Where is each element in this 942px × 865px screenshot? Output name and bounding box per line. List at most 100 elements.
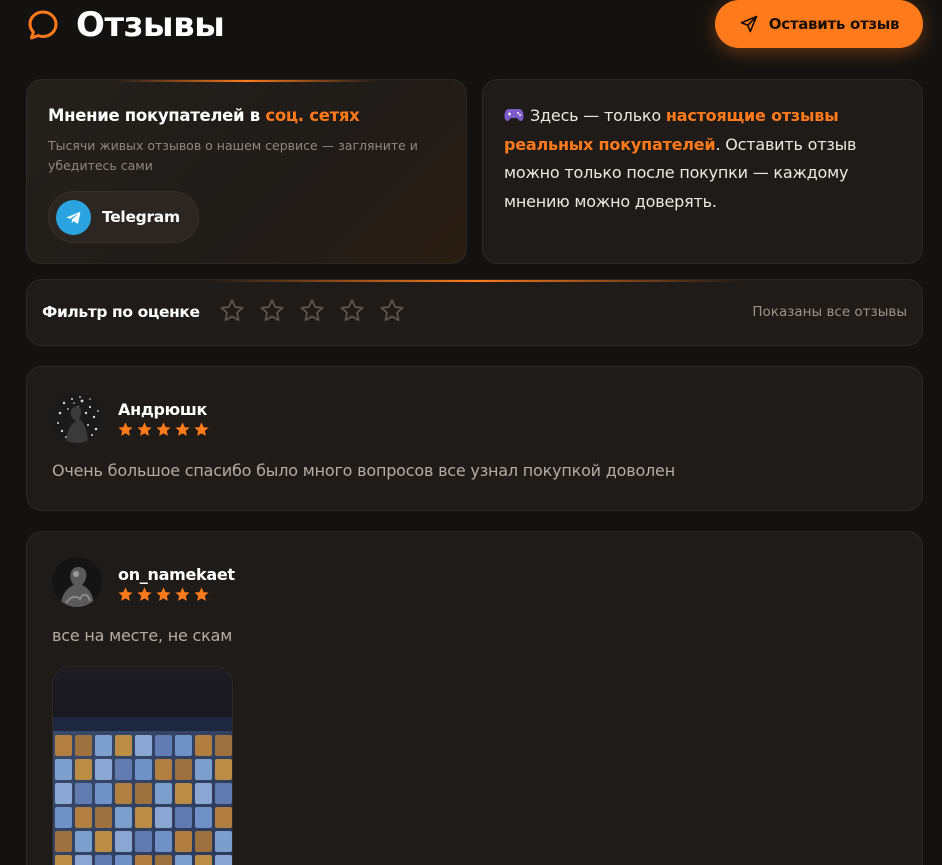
reviewer-name: Андрюшк bbox=[118, 400, 208, 419]
review-card: on_namekaet все на месте, не скам bbox=[26, 531, 923, 865]
inventory-cell bbox=[55, 735, 72, 756]
filter-star-3-icon[interactable] bbox=[298, 297, 326, 325]
filter-status: Показаны все отзывы bbox=[752, 304, 907, 320]
inventory-cell bbox=[75, 807, 92, 828]
inventory-cell bbox=[55, 807, 72, 828]
inventory-cell bbox=[135, 855, 152, 865]
inventory-cell bbox=[95, 783, 112, 804]
star-filled-icon bbox=[194, 587, 209, 601]
inventory-cell bbox=[135, 759, 152, 780]
inventory-cell bbox=[215, 831, 232, 852]
inventory-cell bbox=[215, 735, 232, 756]
send-icon bbox=[740, 15, 758, 33]
inventory-cell bbox=[135, 831, 152, 852]
social-title-prefix: Мнение покупателей в bbox=[48, 106, 266, 125]
gamepad-icon bbox=[504, 109, 524, 121]
inventory-cell bbox=[175, 855, 192, 865]
inventory-cell bbox=[155, 783, 172, 804]
inventory-cell bbox=[175, 807, 192, 828]
avatar bbox=[52, 557, 102, 607]
inventory-cell bbox=[115, 759, 132, 780]
social-card-title: Мнение покупателей в соц. сетях bbox=[48, 106, 360, 125]
star-filled-icon bbox=[118, 422, 133, 436]
star-filled-icon bbox=[156, 587, 171, 601]
inventory-cell bbox=[115, 855, 132, 865]
filter-star-1-icon[interactable] bbox=[218, 297, 246, 325]
inventory-cell bbox=[195, 855, 212, 865]
social-title-accent: соц. сетях bbox=[265, 106, 360, 125]
review-rating bbox=[117, 586, 210, 603]
inventory-cell bbox=[75, 735, 92, 756]
social-card-subtitle: Тысячи живых отзывов о нашем сервисе — з… bbox=[48, 138, 418, 173]
info-card: Здесь — только настоящие отзывы реальных… bbox=[482, 79, 923, 264]
filter-star-2-icon[interactable] bbox=[258, 297, 286, 325]
review-photo-image bbox=[53, 667, 232, 865]
inventory-cell bbox=[95, 831, 112, 852]
inventory-cell bbox=[55, 855, 72, 865]
inventory-cell bbox=[95, 807, 112, 828]
filter-stars bbox=[218, 297, 406, 325]
inventory-cell bbox=[135, 807, 152, 828]
filter-star-5-icon[interactable] bbox=[378, 297, 406, 325]
inventory-cell bbox=[55, 831, 72, 852]
inventory-cell bbox=[195, 831, 212, 852]
leave-review-label: Оставить отзыв bbox=[768, 15, 900, 33]
review-rating bbox=[117, 421, 210, 438]
avatar bbox=[52, 393, 102, 443]
inventory-cell bbox=[115, 735, 132, 756]
star-filled-icon bbox=[118, 587, 133, 601]
page-header: Отзывы Оставить отзыв bbox=[0, 0, 942, 50]
filter-star-4-icon[interactable] bbox=[338, 297, 366, 325]
chat-bubble-icon bbox=[28, 10, 58, 40]
inventory-cell bbox=[75, 855, 92, 865]
review-text: все на месте, не скам bbox=[52, 626, 233, 645]
star-filled-icon bbox=[194, 422, 209, 436]
inventory-cell bbox=[195, 807, 212, 828]
telegram-button[interactable]: Telegram bbox=[48, 191, 199, 243]
inventory-cell bbox=[95, 759, 112, 780]
inventory-cell bbox=[75, 759, 92, 780]
review-photo[interactable] bbox=[52, 666, 233, 865]
inventory-cell bbox=[175, 831, 192, 852]
inventory-cell bbox=[155, 831, 172, 852]
star-filled-icon bbox=[175, 587, 190, 601]
inventory-cell bbox=[175, 735, 192, 756]
page-title: Отзывы bbox=[76, 5, 225, 45]
reviewer-name: on_namekaet bbox=[118, 565, 235, 584]
inventory-cell bbox=[75, 783, 92, 804]
star-filled-icon bbox=[175, 422, 190, 436]
social-reviews-card: Мнение покупателей в соц. сетях Тысячи ж… bbox=[26, 79, 467, 264]
star-filled-icon bbox=[156, 422, 171, 436]
inventory-cell bbox=[95, 735, 112, 756]
inventory-cell bbox=[155, 759, 172, 780]
inventory-cell bbox=[215, 759, 232, 780]
inventory-cell bbox=[115, 783, 132, 804]
inventory-cell bbox=[155, 855, 172, 865]
inventory-cell bbox=[75, 831, 92, 852]
filter-label: Фильтр по оценке bbox=[42, 303, 200, 321]
review-text: Очень большое спасибо было много вопросо… bbox=[52, 461, 675, 480]
inventory-cell bbox=[195, 783, 212, 804]
info-text: Здесь — только настоящие отзывы реальных… bbox=[504, 102, 904, 216]
info-text-prefix: Здесь — только bbox=[530, 106, 666, 125]
inventory-cell bbox=[215, 855, 232, 865]
inventory-cell bbox=[215, 783, 232, 804]
inventory-cell bbox=[115, 831, 132, 852]
inventory-cell bbox=[195, 759, 212, 780]
telegram-icon bbox=[56, 199, 91, 235]
review-card: Андрюшк Очень большое спасибо было много… bbox=[26, 366, 923, 511]
inventory-cell bbox=[115, 807, 132, 828]
inventory-cell bbox=[175, 783, 192, 804]
inventory-cell bbox=[155, 735, 172, 756]
inventory-cell bbox=[215, 807, 232, 828]
inventory-cell bbox=[195, 735, 212, 756]
inventory-cell bbox=[55, 759, 72, 780]
star-filled-icon bbox=[137, 587, 152, 601]
inventory-cell bbox=[175, 759, 192, 780]
inventory-cell bbox=[135, 783, 152, 804]
rating-filter-card: Фильтр по оценке Показаны все отзывы bbox=[26, 279, 923, 346]
star-filled-icon bbox=[137, 422, 152, 436]
inventory-cell bbox=[135, 735, 152, 756]
leave-review-button[interactable]: Оставить отзыв bbox=[715, 0, 923, 48]
inventory-cell bbox=[55, 783, 72, 804]
